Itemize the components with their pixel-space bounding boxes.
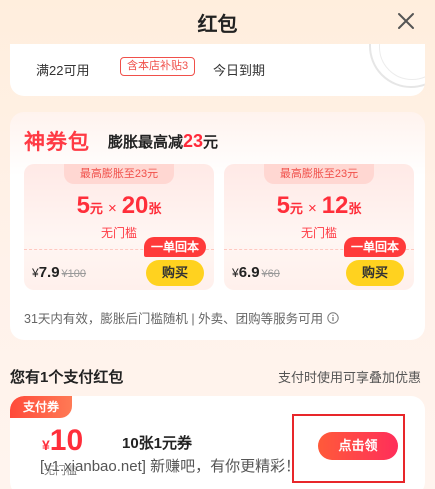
watermark-text: [v1.xianbao.net] 新赚吧，有你更精彩！ xyxy=(40,458,301,475)
header: 红包 xyxy=(0,0,435,44)
pay-coupon-name: 10张1元券 xyxy=(122,435,193,452)
buy-button[interactable]: 购买 xyxy=(146,260,204,286)
price: ¥7.9 ¥100 xyxy=(32,264,87,281)
subsidy-tag: 含本店补贴3 xyxy=(120,57,196,76)
coupon-amount: 5元 × 20张 xyxy=(76,192,162,219)
coupon-package[interactable]: 最高膨胀至23元 5元 × 12张 无门槛 一单回本 ¥6.9 ¥60 购买 xyxy=(224,164,414,290)
shenquan-card: 神券包 膨胀最高减23元 最高膨胀至23元 5元 × 20张 无门槛 一单回本 ¥7… xyxy=(10,112,425,340)
stamp-decoration xyxy=(369,44,425,88)
claim-button[interactable]: 点击领 xyxy=(318,432,398,460)
pay-section-hint: 支付时使用可享叠加优惠 xyxy=(277,370,421,385)
expiry-text: 今日到期 xyxy=(213,63,266,78)
min-spend-text: 满22可用 xyxy=(36,63,90,78)
buy-button[interactable]: 购买 xyxy=(346,260,404,286)
cap-label: 最高膨胀至23元 xyxy=(264,164,374,184)
shenquan-subtitle: 膨胀最高减23元 xyxy=(108,131,219,151)
red-packet-sheet: 红包 满22可用 含本店补贴3 今日到期 神券包 膨胀最高减23元 最高膨胀至2… xyxy=(0,0,435,489)
coupon-card-partial: 满22可用 含本店补贴3 今日到期 xyxy=(10,44,425,96)
validity-note: 31天内有效，膨胀后门槛随机 | 外卖、团购等服务可用 xyxy=(24,308,339,327)
info-icon[interactable] xyxy=(326,312,339,324)
coupon-package[interactable]: 最高膨胀至23元 5元 × 20张 无门槛 一单回本 ¥7.9 ¥100 购买 xyxy=(24,164,214,290)
promo-badge: 一单回本 xyxy=(143,237,206,257)
price: ¥6.9 ¥60 xyxy=(232,264,280,281)
cap-label: 最高膨胀至23元 xyxy=(64,164,174,184)
coupon-amount: 5元 × 12张 xyxy=(276,192,362,219)
pay-amount: ¥10 xyxy=(42,424,84,457)
pay-section-title: 您有1个支付红包 xyxy=(10,369,124,386)
shenquan-title: 神券包 xyxy=(24,131,90,154)
close-icon[interactable] xyxy=(395,10,417,32)
pay-badge: 支付券 xyxy=(10,396,72,418)
page-title: 红包 xyxy=(197,13,238,36)
promo-badge: 一单回本 xyxy=(343,237,406,257)
